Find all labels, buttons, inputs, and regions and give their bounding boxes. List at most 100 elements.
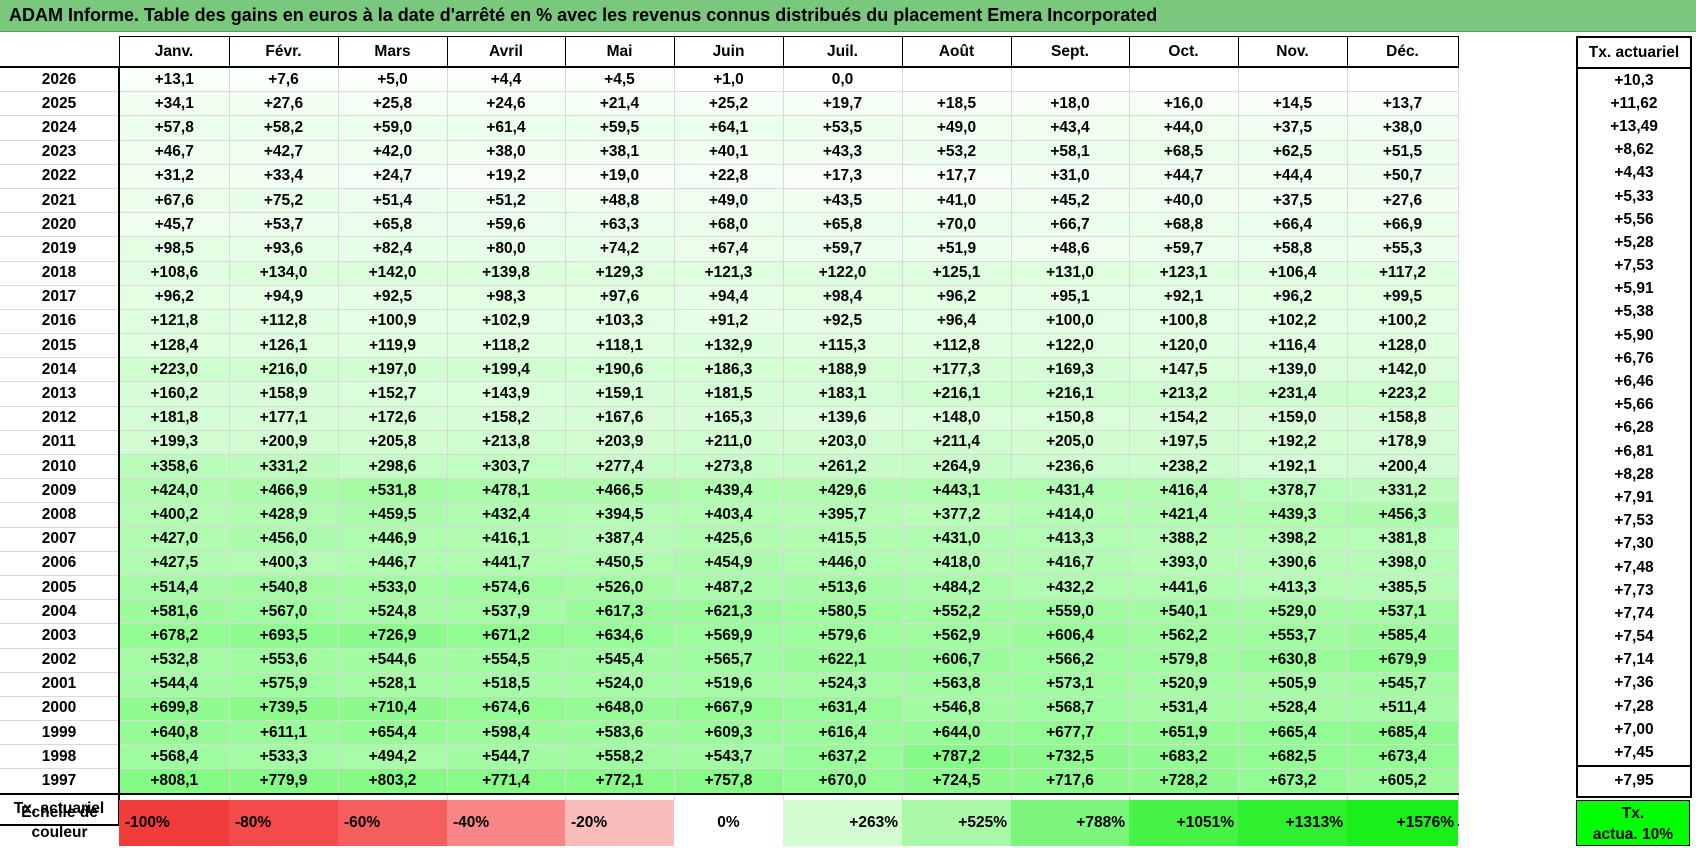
gain-cell: +65,8: [338, 212, 448, 238]
gain-cell: +106,4: [1238, 261, 1348, 286]
gain-cell: +566,2: [1011, 648, 1130, 673]
gain-cell: +771,4: [447, 768, 566, 795]
gain-cell: +37,5: [1238, 115, 1348, 141]
actuarial-rate-row: +6,28: [1576, 416, 1692, 440]
gain-cell: +583,6: [565, 720, 675, 746]
gain-cell: +74,2: [565, 236, 675, 262]
gain-cell: +122,0: [783, 261, 903, 286]
year-label: 2026: [0, 67, 120, 93]
gain-cell: +4,4: [447, 67, 566, 93]
gain-cell: +425,6: [674, 527, 784, 552]
gain-cell: +49,0: [674, 188, 784, 214]
gain-cell: +395,7: [783, 502, 903, 528]
year-row: 2001 +544,4 +575,9 +528,1 +518,5 +524,0 +519,6…: [0, 672, 1459, 697]
gain-cell: +27,6: [229, 91, 339, 117]
gain-cell: +261,2: [783, 454, 903, 480]
actuarial-rate-row: +7,48: [1576, 555, 1692, 580]
year-row: 2013 +160,2 +158,9 +152,7 +143,9 +159,1 +181,5…: [0, 381, 1459, 407]
gain-cell: +439,3: [1238, 502, 1348, 528]
gain-cell: +45,2: [1011, 188, 1130, 214]
gain-cell: +644,0: [902, 720, 1012, 746]
gain-cell: +118,2: [447, 333, 566, 359]
year-label: 2001: [0, 672, 120, 697]
gain-cell: +27,6: [1347, 188, 1459, 214]
gain-cell: +428,9: [229, 502, 339, 528]
gains-table: Janv. Févr. Mars Avril Mai Juin Juil. Août Sept.…: [0, 36, 1459, 826]
gain-cell: [902, 67, 1012, 93]
color-scale-step: 0%: [674, 800, 783, 846]
gain-cell: +100,9: [338, 309, 448, 335]
gain-cell: +303,7: [447, 454, 566, 480]
gain-cell: +152,7: [338, 381, 448, 407]
gain-cell: +558,2: [565, 744, 675, 770]
gain-cell: +667,9: [674, 696, 784, 722]
report-title: ADAM Informe. Table des gains en euros à…: [9, 5, 1158, 25]
month-header: Sept.: [1010, 36, 1130, 68]
gain-cell: +165,3: [674, 406, 784, 431]
gain-cell: +97,6: [565, 285, 675, 310]
gain-cell: +223,0: [119, 357, 230, 383]
gain-cell: +446,9: [338, 527, 448, 552]
gain-cell: +236,6: [1011, 454, 1130, 480]
year-row: 2007 +427,0 +456,0 +446,9 +416,1 +387,4 +425,6…: [0, 527, 1459, 552]
gain-cell: +158,2: [447, 406, 566, 431]
gain-cell: +181,8: [119, 406, 230, 431]
gain-cell: +424,0: [119, 478, 230, 504]
gain-cell: +66,9: [1347, 212, 1459, 238]
gain-cell: +80,0: [447, 236, 566, 262]
year-row: 2005 +514,4 +540,8 +533,0 +574,6 +526,0 +487,2…: [0, 575, 1459, 601]
actuarial-rate-cell: +6,46: [1576, 370, 1692, 394]
gain-cell: +92,5: [783, 309, 903, 335]
actuarial-rate-cell: +5,38: [1576, 300, 1692, 325]
year-row: 2021 +67,6 +75,2 +51,4 +51,2 +48,8 +49,0 +43,5 +…: [0, 188, 1459, 214]
year-row: 2006 +427,5 +400,3 +446,7 +441,7 +450,5 +454,9…: [0, 551, 1459, 576]
gain-cell: +732,5: [1011, 744, 1130, 770]
gain-cell: +199,4: [447, 357, 566, 383]
actuarial-rate-cell: +7,53: [1576, 509, 1692, 533]
gain-cell: +377,2: [902, 502, 1012, 528]
gain-cell: +134,0: [229, 261, 339, 286]
gain-cell: +51,9: [902, 236, 1012, 262]
actuarial-rate-cell: +7,73: [1576, 579, 1692, 603]
gain-cell: +398,2: [1238, 527, 1348, 552]
actuarial-rate-row: +6,76: [1576, 347, 1692, 371]
gain-cell: +68,0: [674, 212, 784, 238]
actuarial-rate-row: +7,14: [1576, 648, 1692, 672]
gain-cell: +57,8: [119, 115, 230, 141]
gain-cell: +580,5: [783, 599, 903, 625]
gain-cell: +167,6: [565, 406, 675, 431]
gain-cell: +446,0: [783, 551, 903, 576]
year-row: 2019 +98,5 +93,6 +82,4 +80,0 +74,2 +67,4 +59,7 +…: [0, 236, 1459, 262]
gain-cell: +413,3: [1011, 527, 1130, 552]
actuarial-rate-table: Tx. actuariel +10,3 +11,62 +13,49 +8,62 +4,4…: [1576, 36, 1692, 798]
gain-cell: +14,5: [1238, 91, 1348, 117]
gain-cell: +96,4: [902, 309, 1012, 335]
gain-cell: +505,9: [1238, 672, 1348, 697]
gain-cell: +121,8: [119, 309, 230, 335]
gain-cell: +51,5: [1347, 140, 1459, 165]
actuarial-rate-cell: +8,28: [1576, 463, 1692, 487]
gain-cell: +123,1: [1129, 261, 1239, 286]
gain-cell: +519,6: [674, 672, 784, 697]
gain-cell: +331,2: [1347, 478, 1459, 504]
actuarial-rate-cell: +10,3: [1576, 68, 1692, 93]
actuarial-rate-cell: +13,49: [1576, 115, 1692, 139]
gain-cell: +466,9: [229, 478, 339, 504]
gain-cell: +484,2: [902, 575, 1012, 601]
month-header: Déc.: [1346, 36, 1459, 68]
year-label: 2018: [0, 261, 120, 286]
gain-cell: +432,2: [1011, 575, 1130, 601]
month-header: Oct.: [1128, 36, 1239, 68]
gain-cell: +95,1: [1011, 285, 1130, 310]
month-header: Avril: [446, 36, 566, 68]
actuarial-rate-cell: +7,53: [1576, 254, 1692, 278]
gain-cell: +400,3: [229, 551, 339, 576]
actuarial-rate-cell: +7,48: [1576, 555, 1692, 580]
year-label: 2002: [0, 648, 120, 673]
year-label: 2021: [0, 188, 120, 214]
gain-cell: +44,4: [1238, 164, 1348, 189]
actuarial-rate-row: +7,91: [1576, 486, 1692, 510]
gain-cell: +673,4: [1347, 744, 1459, 770]
gain-cell: +49,0: [902, 115, 1012, 141]
gain-cell: +403,4: [674, 502, 784, 528]
